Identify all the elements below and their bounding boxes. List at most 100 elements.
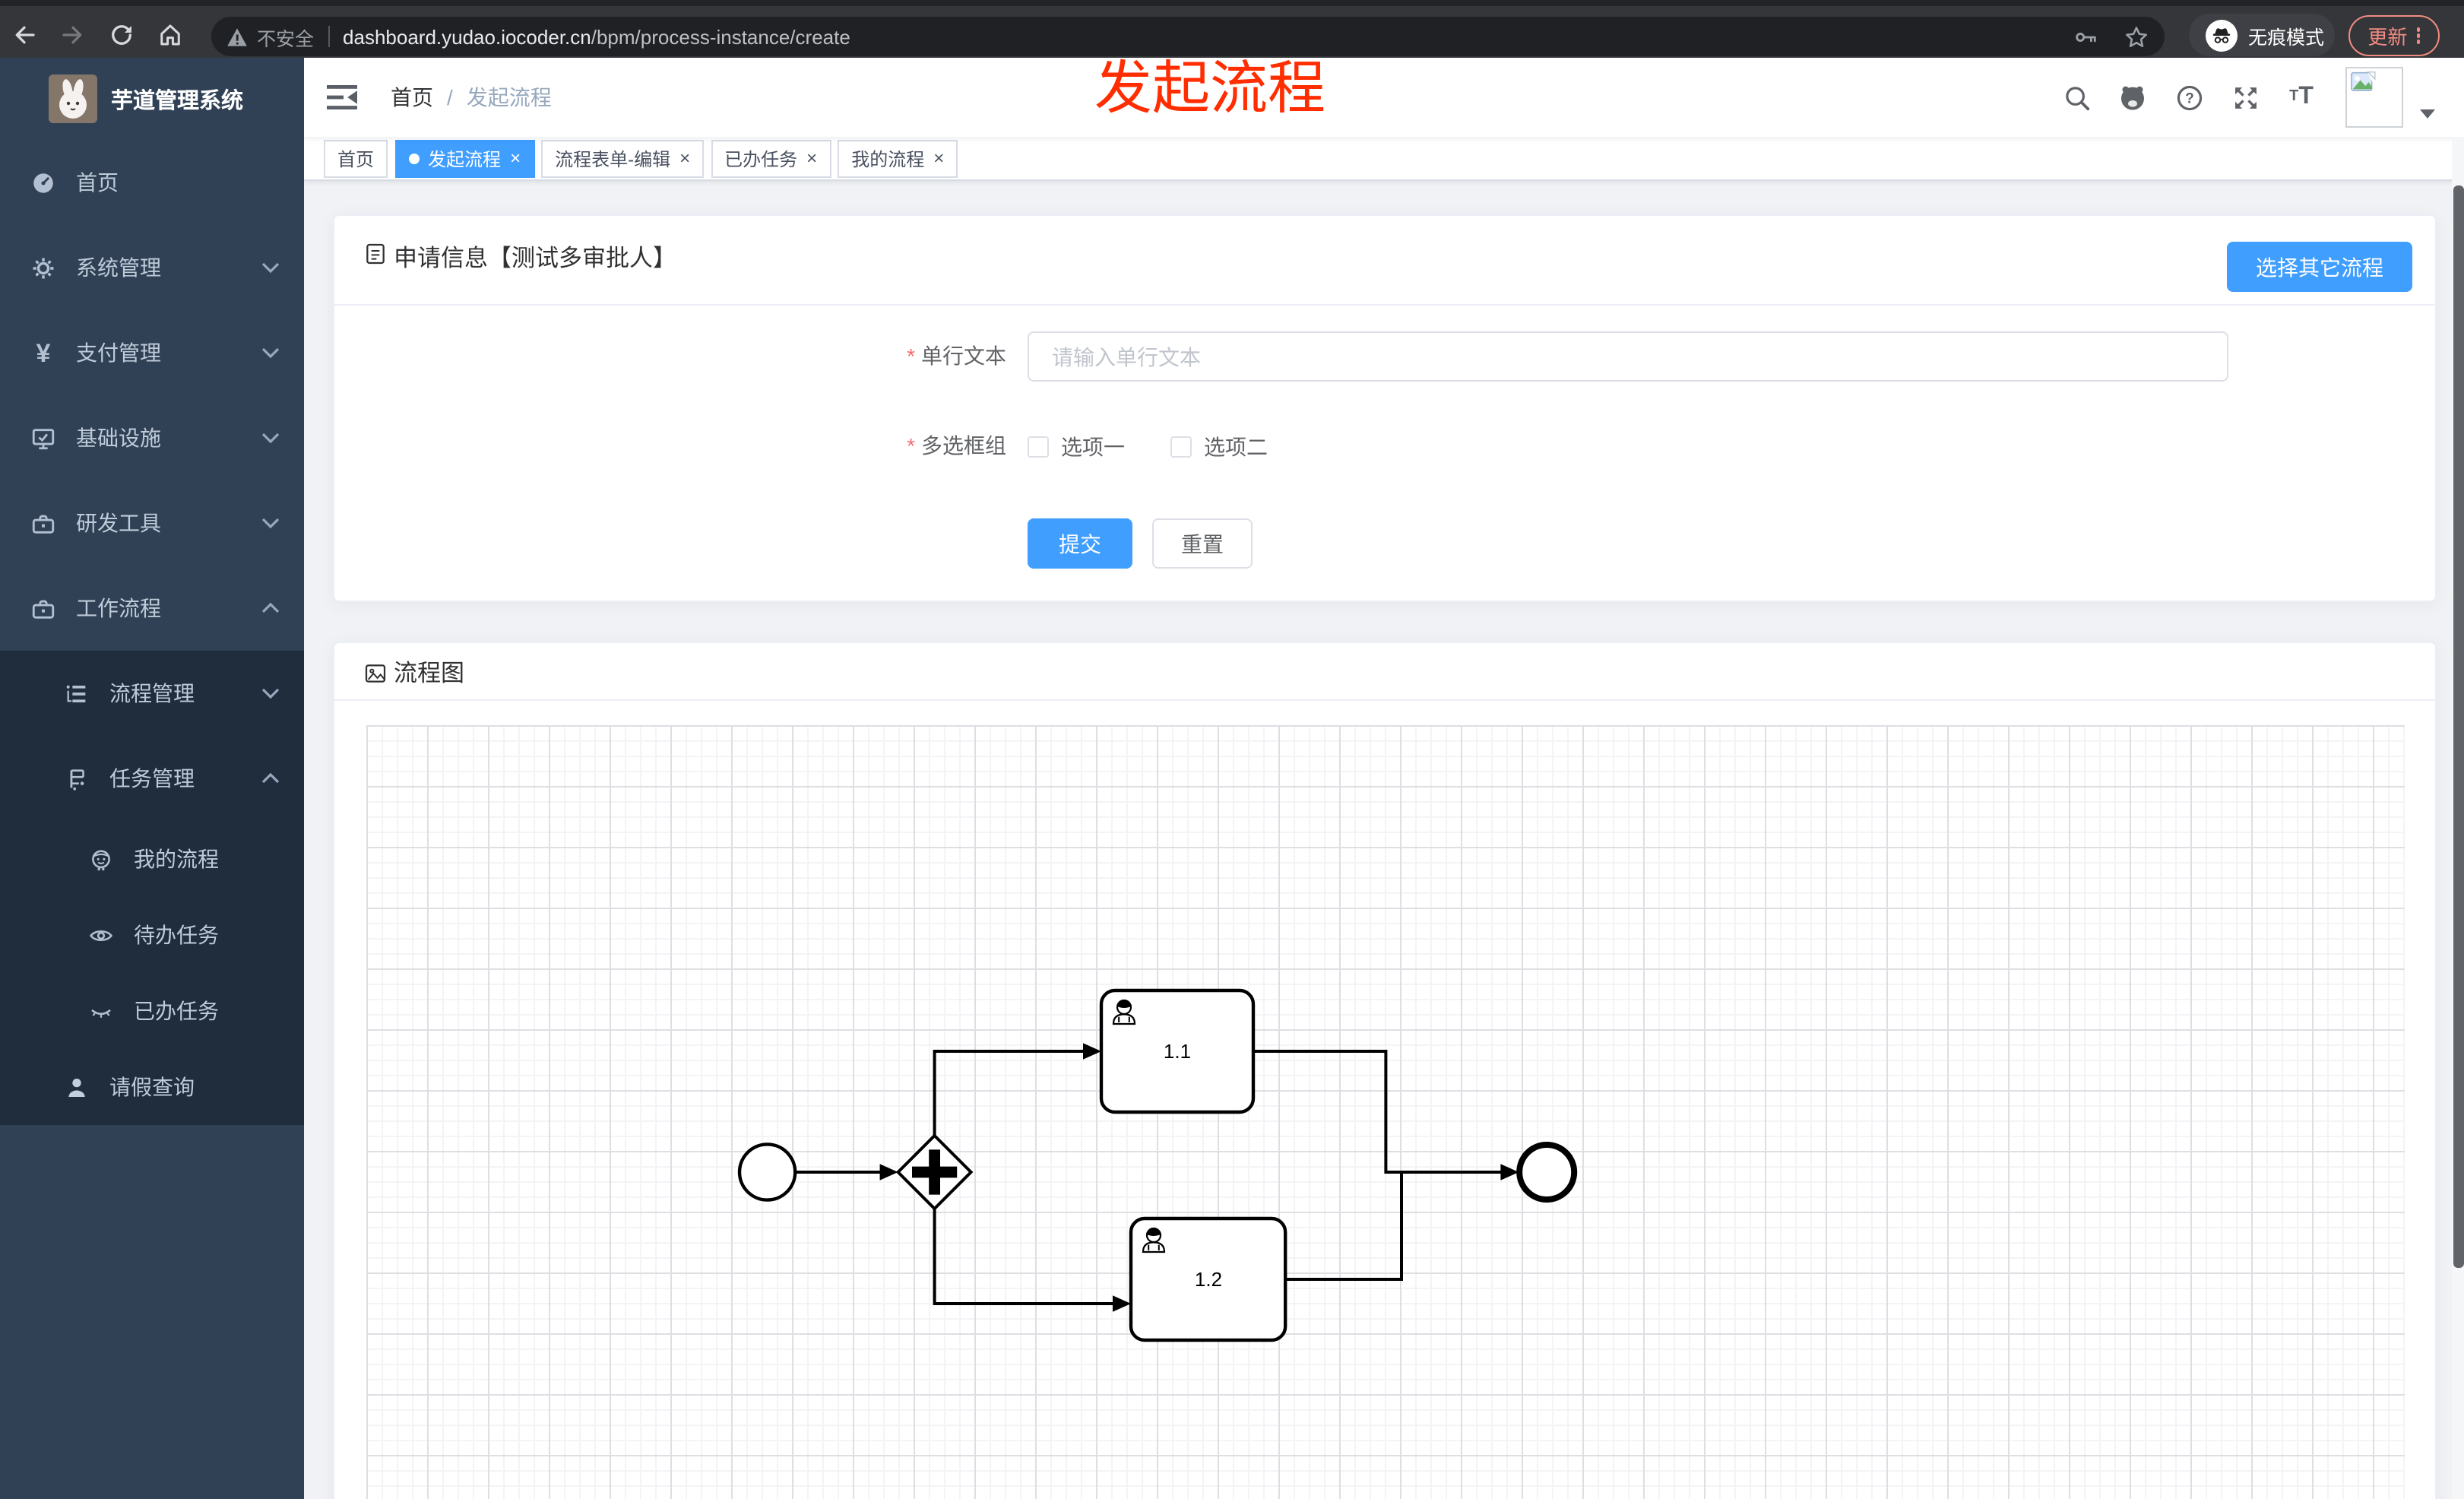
sidebar-item-system[interactable]: 系统管理 bbox=[0, 225, 304, 310]
bpmn-diagram: 1.1 1.2 bbox=[737, 988, 1578, 1342]
sidebar-item-workflow[interactable]: 工作流程 bbox=[0, 566, 304, 651]
svg-text:?: ? bbox=[2184, 90, 2193, 106]
checkbox-option2[interactable] bbox=[1170, 436, 1192, 457]
briefcase-icon bbox=[32, 599, 55, 618]
tag-form-edit[interactable]: 流程表单-编辑 × bbox=[541, 139, 705, 177]
breadcrumb: 首页 / 发起流程 bbox=[391, 58, 552, 137]
flow-gateway-to-task2 bbox=[933, 1209, 1113, 1305]
tree-list-icon bbox=[66, 684, 86, 702]
header-fullscreen-button[interactable] bbox=[2230, 82, 2260, 113]
tag-create-process[interactable]: 发起流程 × bbox=[394, 139, 535, 177]
security-label: 不安全 bbox=[257, 28, 315, 49]
url-host: dashboard.yudao.iocoder.cn bbox=[343, 25, 591, 48]
flow-task1-to-end bbox=[1253, 1050, 1501, 1174]
single-line-input[interactable] bbox=[1028, 331, 2228, 382]
incognito-label: 无痕模式 bbox=[2248, 27, 2325, 48]
choose-other-process-button[interactable]: 选择其它流程 bbox=[2227, 242, 2412, 292]
broken-image-icon bbox=[2351, 71, 2376, 91]
checkbox-group-label: * 多选框组 bbox=[907, 433, 1006, 458]
chrome-update-button[interactable]: 更新 bbox=[2348, 15, 2440, 56]
user-icon bbox=[68, 1077, 85, 1097]
sidebar-item-payment[interactable]: ¥ 支付管理 bbox=[0, 310, 304, 395]
reload-icon bbox=[112, 25, 131, 45]
page-scrollbar[interactable] bbox=[2452, 137, 2464, 1499]
incognito-icon bbox=[2206, 19, 2238, 51]
update-label: 更新 bbox=[2367, 26, 2408, 49]
breadcrumb-current: 发起流程 bbox=[466, 85, 552, 109]
sidebar-item-todo-tasks[interactable]: 待办任务 bbox=[0, 897, 304, 973]
back-icon bbox=[15, 26, 35, 44]
incognito-badge: 无痕模式 bbox=[2189, 14, 2335, 56]
sidebar-item-dev-tools[interactable]: 研发工具 bbox=[0, 480, 304, 566]
checkbox-option1-label[interactable]: 选项一 bbox=[1061, 431, 1125, 461]
flow-gateway-to-task1 bbox=[933, 1050, 1084, 1136]
browser-reload-button[interactable] bbox=[97, 12, 146, 58]
header-font-size-button[interactable]: TT bbox=[2286, 82, 2317, 113]
checkbox-option2-label[interactable]: 选项二 bbox=[1204, 431, 1268, 461]
font-size-icon: T bbox=[2289, 88, 2299, 105]
header-github-button[interactable] bbox=[2117, 82, 2148, 113]
submit-button[interactable]: 提交 bbox=[1028, 518, 1132, 569]
sidebar-item-process-management[interactable]: 流程管理 bbox=[0, 651, 304, 736]
svg-text:1.2: 1.2 bbox=[1195, 1268, 1222, 1291]
github-icon bbox=[2121, 86, 2144, 110]
header-help-button[interactable]: ? bbox=[2174, 82, 2204, 113]
gear-icon bbox=[33, 257, 54, 278]
home-icon bbox=[160, 24, 180, 46]
sidebar-item-done-tasks[interactable]: 已办任务 bbox=[0, 973, 304, 1049]
browser-back-button[interactable] bbox=[0, 12, 49, 58]
diagram-card-title: 流程图 bbox=[394, 661, 465, 686]
tag-home[interactable]: 首页 bbox=[324, 139, 388, 177]
reset-button[interactable]: 重置 bbox=[1152, 518, 1253, 569]
hamburger-icon bbox=[327, 85, 357, 109]
sidebar-item-home[interactable]: 首页 bbox=[0, 140, 304, 225]
sidebar-item-infrastructure[interactable]: 基础设施 bbox=[0, 395, 304, 480]
sidebar-item-leave-query[interactable]: 请假查询 bbox=[0, 1049, 304, 1125]
tag-done-tasks[interactable]: 已办任务 × bbox=[711, 139, 831, 177]
checkbox-option1[interactable] bbox=[1028, 436, 1049, 457]
chevron-down-icon bbox=[261, 347, 280, 359]
app-logo: 芋道管理系统 bbox=[0, 58, 304, 140]
browser-menu-icon[interactable] bbox=[2416, 25, 2421, 46]
search-icon bbox=[2065, 86, 2089, 110]
dashboard-icon bbox=[33, 173, 53, 192]
eye-icon bbox=[89, 929, 113, 941]
user-task-2: 1.2 bbox=[1129, 1216, 1287, 1342]
breadcrumb-home[interactable]: 首页 bbox=[391, 82, 433, 113]
process-diagram-card: 流程图 1.1 1.2 bbox=[333, 642, 2437, 1499]
sidebar: 芋道管理系统 首页 系统管理 ¥ 支付管理 基础设施 研发工具 工作流程 流程管… bbox=[0, 58, 304, 1499]
parallel-gateway bbox=[895, 1133, 974, 1211]
sidebar-collapse-button[interactable] bbox=[327, 84, 357, 111]
not-secure-warning-icon bbox=[227, 27, 247, 46]
apply-card-header: 申请信息【测试多审批人】 bbox=[334, 216, 2435, 306]
bpmn-canvas[interactable]: 1.1 1.2 bbox=[366, 725, 2405, 1499]
browser-home-button[interactable] bbox=[146, 12, 195, 58]
tag-close-icon[interactable]: × bbox=[806, 149, 817, 167]
password-key-icon[interactable] bbox=[2073, 24, 2099, 49]
main-content: 申请信息【测试多审批人】 选择其它流程 *单行文本 *多选框组 选项一 选项二 … bbox=[304, 181, 2464, 1499]
user-task-1: 1.1 bbox=[1099, 988, 1256, 1114]
bookmark-star-icon[interactable] bbox=[2124, 24, 2149, 49]
chevron-down-icon bbox=[261, 262, 280, 274]
tag-close-icon[interactable]: × bbox=[510, 149, 521, 167]
chevron-up-icon bbox=[261, 602, 280, 613]
browser-forward-button[interactable] bbox=[49, 12, 97, 58]
chevron-down-icon bbox=[261, 433, 280, 444]
diagram-card-header: 流程图 bbox=[334, 643, 2435, 701]
avatar-dropdown-caret[interactable] bbox=[2420, 109, 2435, 119]
header-search-button[interactable] bbox=[2061, 82, 2092, 113]
sidebar-item-my-process[interactable]: 我的流程 bbox=[0, 821, 304, 897]
url-divider bbox=[328, 26, 330, 47]
required-asterisk: * bbox=[907, 433, 915, 458]
active-tag-dot bbox=[408, 153, 420, 163]
yen-icon: ¥ bbox=[36, 338, 51, 367]
sidebar-item-task-management[interactable]: 任务管理 bbox=[0, 736, 304, 821]
tag-my-process[interactable]: 我的流程 × bbox=[838, 139, 958, 177]
chevron-down-icon bbox=[261, 688, 280, 699]
scrollbar-thumb[interactable] bbox=[2453, 185, 2463, 1268]
user-avatar[interactable] bbox=[2345, 67, 2403, 128]
chevron-up-icon bbox=[261, 772, 280, 784]
tag-close-icon[interactable]: × bbox=[679, 149, 690, 167]
tag-close-icon[interactable]: × bbox=[933, 149, 944, 167]
overlay-annotation: 发起流程 bbox=[1094, 58, 1326, 122]
